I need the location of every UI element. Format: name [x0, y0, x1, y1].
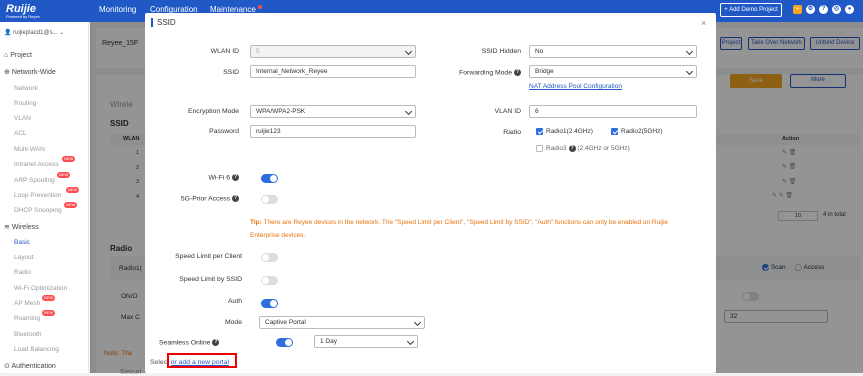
- notification-dot: [257, 5, 262, 9]
- help-icon: ?: [514, 69, 521, 76]
- vlan-id-input[interactable]: 6: [529, 105, 697, 118]
- wifi6-label: Wi-Fi 6?: [208, 174, 239, 182]
- seamless-online-toggle[interactable]: [276, 338, 293, 347]
- wifi6-toggle[interactable]: [261, 174, 278, 183]
- highlight-box: [167, 353, 237, 368]
- encryption-mode-select[interactable]: WPA/WPA2-PSK: [250, 105, 416, 118]
- radio-label: Radio: [503, 129, 521, 136]
- help-icon: ?: [232, 195, 239, 202]
- globe-icon[interactable]: ◎: [832, 5, 841, 14]
- ruijie-logo: Ruijie Powered by Reyee: [6, 3, 40, 19]
- mode-label: Mode: [224, 319, 242, 326]
- wlan-id-label: WLAN ID: [210, 48, 239, 55]
- sidebar-item-multi-wan[interactable]: Multi-WAN: [14, 146, 45, 153]
- mode-select[interactable]: Captive Portal: [259, 316, 425, 329]
- sidebar-item-network[interactable]: Network: [14, 85, 38, 92]
- add-demo-project-button[interactable]: + Add Demo Project: [720, 3, 782, 17]
- sidebar-item-load-balancing[interactable]: Load Balancing: [14, 346, 59, 353]
- sidebar-item-network-wide[interactable]: ⊕ Network-Wide: [4, 68, 56, 76]
- sidebar: 👤 ruijieplacd1@s... ⌄ ⌂ Project ⊕ Networ…: [0, 22, 89, 373]
- user-icon[interactable]: ●: [845, 5, 854, 14]
- ssid-modal: SSID × WLAN ID 5 SSID Hidden No SSID Int…: [145, 13, 716, 373]
- ssid-hidden-label: SSID Hidden: [481, 48, 521, 55]
- sidebar-item-routing[interactable]: Routing: [14, 100, 36, 107]
- sidebar-item-arp-spoofing[interactable]: ARP Spoofing: [14, 177, 55, 184]
- password-label: Password: [209, 128, 239, 135]
- sidebar-item-layout[interactable]: Layout: [14, 254, 34, 261]
- new-badge: NEW: [42, 295, 56, 301]
- nav-monitoring[interactable]: Monitoring: [99, 5, 136, 14]
- sidebar-item-loop-prevention[interactable]: Loop Prevention: [14, 192, 61, 199]
- nat-pool-link[interactable]: NAT Address Pool Configuration: [529, 83, 622, 90]
- seamless-online-label: Seamless Online?: [159, 339, 220, 347]
- sidebar-item-radio[interactable]: Radio: [14, 269, 31, 276]
- sidebar-item-wireless[interactable]: ≋ Wireless: [4, 223, 39, 231]
- speed-limit-ssid-toggle[interactable]: [261, 276, 278, 285]
- sidebar-item-dhcp-snooping[interactable]: DHCP Snooping: [14, 207, 62, 214]
- password-input[interactable]: ruijie123: [250, 125, 416, 138]
- radio2-label: Radio2(5GHz): [621, 128, 663, 135]
- sidebar-item-bluetooth[interactable]: Bluetooth: [14, 331, 41, 338]
- help-icon: ?: [212, 339, 220, 346]
- encryption-mode-label: Encryption Mode: [187, 108, 239, 115]
- sidebar-item-project[interactable]: ⌂ Project: [4, 52, 32, 59]
- help-icon: ?: [568, 145, 576, 152]
- 5g-prior-access-label: 5G-Prior Access?: [180, 195, 239, 203]
- new-badge: NEW: [42, 310, 56, 316]
- new-badge: NEW: [57, 172, 71, 178]
- vlan-id-label: VLAN ID: [494, 108, 521, 115]
- help-icon: ?: [232, 174, 239, 181]
- radio3-checkbox[interactable]: [536, 145, 543, 152]
- new-badge: NEW: [64, 202, 78, 208]
- forwarding-mode-label: Forwarding Mode?: [459, 69, 521, 77]
- close-icon[interactable]: ×: [701, 18, 706, 28]
- ssid-label: SSID: [223, 69, 239, 76]
- user-account[interactable]: 👤 ruijieplacd1@s... ⌄: [4, 29, 64, 36]
- new-badge: NEW: [62, 156, 76, 162]
- sidebar-item-ap-mesh[interactable]: AP Mesh: [14, 300, 40, 307]
- forwarding-mode-select[interactable]: Bridge: [529, 65, 697, 78]
- seamless-duration-select[interactable]: 1 Day: [314, 335, 418, 348]
- speed-limit-client-label: Speed Limit per Client: [175, 253, 242, 260]
- cart-icon[interactable]: ▪: [793, 5, 802, 14]
- ssid-hidden-select[interactable]: No: [529, 45, 697, 58]
- sidebar-item-vlan[interactable]: VLAN: [14, 115, 31, 122]
- help-icon[interactable]: ?: [819, 5, 828, 14]
- sidebar-item-roaming[interactable]: Roaming: [14, 315, 40, 322]
- modal-title: SSID: [151, 18, 176, 27]
- radio1-checkbox[interactable]: [536, 128, 543, 135]
- sidebar-item-intranet-access[interactable]: Intranet Access: [14, 161, 58, 168]
- speed-limit-ssid-label: Speed Limit by SSID: [179, 276, 242, 283]
- new-badge: NEW: [66, 187, 80, 193]
- auth-toggle[interactable]: [261, 299, 278, 308]
- tip-text: Tip: There are Reyee devices in the netw…: [250, 219, 669, 239]
- sidebar-item-wifi-optimization[interactable]: Wi-Fi Optimization: [14, 285, 67, 292]
- auth-label: Auth: [228, 298, 242, 305]
- sidebar-item-authentication[interactable]: ⊙ Authentication: [4, 362, 56, 370]
- sidebar-item-acl[interactable]: ACL: [14, 130, 27, 137]
- radio1-label: Radio1(2.4GHz): [546, 128, 593, 135]
- 5g-prior-toggle[interactable]: [261, 195, 278, 204]
- sidebar-item-basic[interactable]: Basic: [14, 239, 30, 246]
- settings-icon[interactable]: ⚙: [806, 5, 815, 14]
- radio2-checkbox[interactable]: [611, 128, 618, 135]
- radio3-label: Radio3? (2.4GHz or 5GHz): [546, 145, 630, 153]
- wlan-id-select: 5: [250, 45, 416, 58]
- ssid-input[interactable]: Internal_Network_Reyee: [250, 65, 416, 78]
- speed-limit-client-toggle[interactable]: [261, 253, 278, 262]
